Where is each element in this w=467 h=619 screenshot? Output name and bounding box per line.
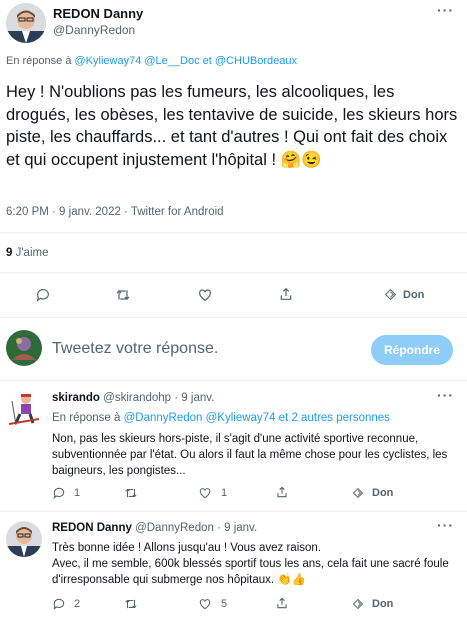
likes-count: 9 <box>6 247 13 259</box>
tweet-meta[interactable]: 6:20 PM · 9 janv. 2022 · Twitter for And… <box>6 206 224 218</box>
reply-context: En réponse à @Kylieway74 @Le__Doc et @CH… <box>6 55 297 67</box>
reply-and: et <box>202 55 212 67</box>
reply-author-handle[interactable]: @DannyRedon <box>135 522 214 534</box>
reply-header: skirando @skirandohp · 9 janv. <box>52 392 214 404</box>
reply-and: et <box>278 412 289 424</box>
like-icon[interactable] <box>197 287 213 303</box>
share-icon[interactable] <box>278 286 294 302</box>
reply-icon[interactable]: 1 <box>52 486 80 500</box>
like-count: 1 <box>221 487 228 499</box>
retweet-icon[interactable] <box>124 486 138 500</box>
tweet-text: Hey ! N'oublions pas les fumeurs, les al… <box>6 83 458 169</box>
share-icon[interactable] <box>275 485 289 499</box>
more-options-icon[interactable]: ··· <box>437 387 454 403</box>
reply-text-line: Très bonne idée ! Allons jusqu'au ! Vous… <box>52 542 321 554</box>
author-handle[interactable]: @DannyRedon <box>53 23 135 37</box>
tip-label: Don <box>372 598 394 610</box>
more-options-icon[interactable]: ··· <box>437 2 454 18</box>
more-options-icon[interactable]: ··· <box>437 517 454 533</box>
retweet-icon[interactable] <box>115 287 131 303</box>
retweet-icon[interactable] <box>124 597 138 611</box>
reply-mention[interactable]: @Le__Doc <box>144 55 199 67</box>
reply-header: REDON Danny @DannyRedon · 9 janv. <box>52 522 257 534</box>
reply-more-people[interactable]: 2 autres personnes <box>291 412 389 424</box>
avatar[interactable] <box>6 3 46 43</box>
tip-label: Don <box>403 288 425 301</box>
compose-avatar[interactable] <box>6 330 42 366</box>
like-icon[interactable]: 1 <box>198 486 227 500</box>
reply-icon[interactable] <box>35 287 51 303</box>
reply-text-line: Avec, il me semble, 600k blessés sportif… <box>52 558 449 586</box>
reply-count: 1 <box>74 487 81 499</box>
tip-button[interactable]: Don <box>352 598 393 610</box>
reply-icon[interactable]: 2 <box>52 597 80 611</box>
likes-label: J'aime <box>15 247 49 259</box>
reply-author-name[interactable]: skirando <box>52 392 100 404</box>
compose-input[interactable]: Tweetez votre réponse. <box>52 340 218 358</box>
like-count: 5 <box>221 598 228 610</box>
share-icon[interactable] <box>275 596 289 610</box>
reply-context: En réponse à @DannyRedon @Kylieway74 et … <box>52 412 390 424</box>
reply-button[interactable]: Répondre <box>371 335 453 365</box>
reply-prefix: En réponse à <box>6 55 72 67</box>
reply-time[interactable]: · 9 janv. <box>217 522 257 534</box>
reply-mentions[interactable]: @DannyRedon @Kylieway74 <box>124 412 276 424</box>
like-icon[interactable]: 5 <box>198 597 227 611</box>
likes-stat[interactable]: 9 J'aime <box>6 247 48 259</box>
reply-time[interactable]: · 9 janv. <box>174 392 214 404</box>
reply-author-name[interactable]: REDON Danny <box>52 522 132 534</box>
tip-label: Don <box>372 487 394 499</box>
reply-text: Non, pas les skieurs hors-piste, il s'ag… <box>52 433 448 477</box>
reply-avatar[interactable] <box>6 391 42 427</box>
reply-avatar[interactable] <box>6 521 42 557</box>
tip-button[interactable]: Don <box>352 487 393 499</box>
reply-mention[interactable]: @Kylieway74 <box>75 55 142 67</box>
reply-count: 2 <box>74 598 81 610</box>
tip-button[interactable]: Don <box>384 288 424 301</box>
reply-prefix: En réponse à <box>52 412 121 424</box>
reply-mention[interactable]: @CHUBordeaux <box>215 55 297 67</box>
reply-author-handle[interactable]: @skirandohp <box>103 392 171 404</box>
author-name[interactable]: REDON Danny <box>53 6 143 21</box>
